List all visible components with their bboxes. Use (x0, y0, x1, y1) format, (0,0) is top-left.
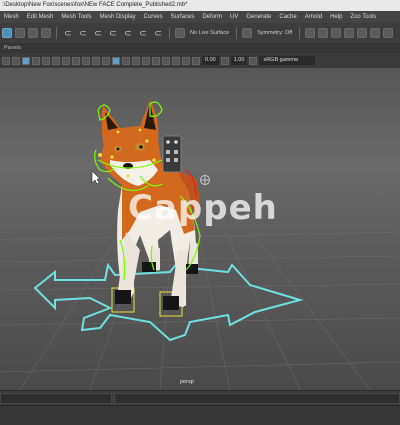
menu-generate[interactable]: Generate (242, 14, 275, 20)
menu-mesh-display[interactable]: Mesh Display (96, 14, 140, 20)
lasso-icon[interactable]: ⊂ (62, 28, 74, 38)
ground-grid (0, 231, 400, 390)
gate-mask-icon[interactable] (72, 56, 80, 65)
render-icon[interactable] (305, 28, 316, 38)
wireframe-icon[interactable] (102, 56, 110, 65)
ambient-occlusion-icon[interactable] (152, 56, 160, 65)
menu-curves[interactable]: Curves (140, 14, 167, 20)
snap-point-icon[interactable]: ⊂ (107, 28, 119, 38)
window-title: :\Desktop\New Fox\scenes\fox\NEw FACE Co… (2, 2, 188, 8)
menu-deform[interactable]: Deform (198, 14, 226, 20)
lighting-icon[interactable] (132, 56, 140, 65)
view-cube-icon (200, 175, 210, 185)
camera-attributes-icon[interactable] (12, 56, 20, 65)
panel-menu-bar: Panels (0, 43, 400, 53)
exposure-icon[interactable] (192, 56, 200, 65)
menu-panels[interactable]: Panels (4, 45, 21, 51)
snap-surface-icon[interactable]: ⊂ (137, 28, 149, 38)
command-line[interactable] (0, 405, 400, 425)
symmetry-icon[interactable] (242, 28, 253, 38)
view-transform-icon[interactable] (249, 56, 258, 65)
magnet-icon[interactable] (175, 28, 185, 38)
xray-icon[interactable] (172, 56, 180, 65)
gamma-field[interactable]: 1.00 (230, 56, 248, 65)
separator (299, 27, 301, 39)
separator (236, 27, 238, 39)
xray-joints-icon[interactable] (182, 56, 190, 65)
camera-name-label: persp (180, 379, 194, 385)
time-slider-track[interactable] (114, 393, 400, 404)
menu-edit-mesh[interactable]: Edit Mesh (23, 14, 58, 20)
bookmark-icon[interactable] (32, 56, 40, 65)
window-title-bar: :\Desktop\New Fox\scenes\fox\NEw FACE Co… (0, 0, 400, 11)
symmetry-label[interactable]: Symmetry: Off (255, 30, 294, 36)
image-plane-icon[interactable] (22, 56, 30, 65)
menu-mesh[interactable]: Mesh (0, 14, 23, 20)
menu-help[interactable]: Help (326, 14, 346, 20)
snap-grid-icon[interactable]: ⊂ (77, 28, 89, 38)
hypershade-icon[interactable] (344, 28, 355, 38)
camera-icon[interactable] (2, 56, 10, 65)
rotate-tool-icon[interactable] (28, 28, 38, 38)
gamma-icon[interactable] (220, 56, 229, 65)
viewport-toolbar: 0.00 1.00 sRGB gamma (0, 53, 400, 68)
exposure-field[interactable]: 0.00 (202, 56, 219, 65)
snap-curve-icon[interactable]: ⊂ (92, 28, 104, 38)
film-gate-icon[interactable] (52, 56, 60, 65)
status-line: ⊂ ⊂ ⊂ ⊂ ⊂ ⊂ ⊂ No Live Surface Symmetry: … (0, 23, 400, 43)
menu-surfaces[interactable]: Surfaces (167, 14, 199, 20)
scale-tool-icon[interactable] (41, 28, 51, 38)
menu-zoo-tools[interactable]: Zoo Tools (346, 14, 380, 20)
textured-icon[interactable] (122, 56, 130, 65)
time-slider-range-start[interactable] (0, 393, 112, 404)
arnold-render-icon[interactable] (370, 28, 381, 38)
separator (169, 27, 170, 39)
main-menu-bar: Mesh Edit Mesh Mesh Tools Mesh Display C… (0, 11, 400, 23)
snap-live-icon[interactable]: ⊂ (152, 28, 164, 38)
select-tool-icon[interactable] (2, 28, 12, 38)
move-tool-icon[interactable] (15, 28, 25, 38)
mouse-cursor-icon (91, 170, 101, 185)
resolution-gate-icon[interactable] (62, 56, 70, 65)
colorspace-select[interactable]: sRGB gamma (259, 56, 316, 65)
shadows-icon[interactable] (142, 56, 150, 65)
time-slider[interactable] (0, 390, 400, 406)
safe-action-icon[interactable] (92, 56, 100, 65)
layout-icon[interactable] (383, 28, 394, 38)
render-settings-icon[interactable] (331, 28, 342, 38)
menu-mesh-tools[interactable]: Mesh Tools (57, 14, 95, 20)
smooth-shade-icon[interactable] (112, 56, 120, 65)
menu-arnold[interactable]: Arnold (301, 14, 326, 20)
perspective-viewport[interactable] (0, 68, 400, 390)
menu-cache[interactable]: Cache (275, 14, 300, 20)
isolate-select-icon[interactable] (162, 56, 170, 65)
viewport-scene (0, 100, 400, 390)
render-view-icon[interactable] (357, 28, 368, 38)
separator (56, 27, 57, 39)
field-chart-icon[interactable] (82, 56, 90, 65)
watermark-text: Cappeh (128, 188, 278, 228)
grid-icon[interactable] (42, 56, 50, 65)
live-surface-label[interactable]: No Live Surface (188, 30, 231, 36)
rig-picker-panel (162, 135, 182, 173)
menu-uv[interactable]: UV (226, 14, 242, 20)
snap-view-icon[interactable]: ⊂ (122, 28, 134, 38)
ipr-icon[interactable] (318, 28, 329, 38)
